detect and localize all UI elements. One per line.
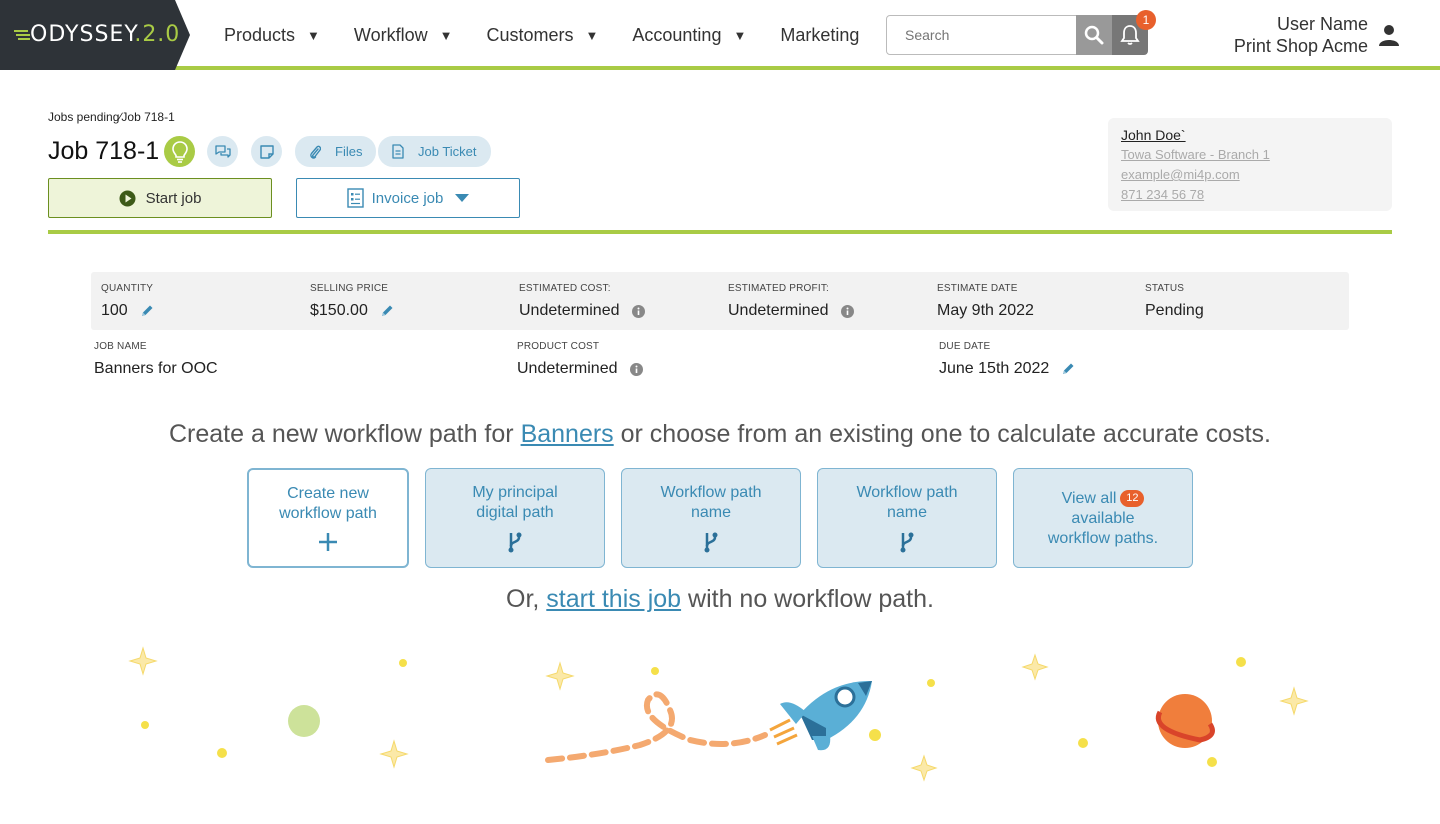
info-icon[interactable] [631,304,645,318]
page-title: Job 718-1 [48,137,160,165]
odyssey-logo[interactable]: ODYSSEY.2.0 [0,0,190,70]
files-button[interactable]: Files [295,136,377,167]
section-divider [48,230,1392,234]
comments-button[interactable] [207,136,238,167]
rocket-illustration [128,646,1309,782]
no-workflow-option: Or, start this job with no workflow path… [506,585,934,613]
invoice-job-dropdown[interactable]: Invoice job [296,178,520,218]
status-field: STATUS Pending [1145,283,1204,319]
paperclip-icon [310,145,321,159]
search-input[interactable] [887,17,1072,53]
user-name: User Name [1276,14,1368,34]
info-icon[interactable] [840,304,854,318]
workflow-path-card[interactable]: My principal digital path [425,468,605,568]
start-job-button[interactable]: Start job [48,178,272,218]
plus-icon [319,533,337,551]
nav-products[interactable]: Products ▼ [224,25,320,46]
bell-icon [1120,25,1140,45]
main-nav: Products ▼ Workflow ▼ Customers ▼ Accountin… [224,0,893,70]
branch-icon [508,532,522,553]
status-value: Pending [1145,302,1204,319]
user-menu[interactable]: User Name Print Shop Acme [1234,13,1368,57]
selling-price-field: SELLING PRICE $150.00 [310,283,394,320]
due-date-value: June 15th 2022 [939,360,1050,377]
job-ticket-button[interactable]: Job Ticket [378,136,491,167]
estimate-date-field: ESTIMATE DATE May 9th 2022 [937,283,1034,319]
nav-marketing[interactable]: Marketing [780,25,859,46]
pencil-edit-icon[interactable] [140,304,154,318]
workflow-heading: Create a new workflow path for Banners o… [169,420,1271,448]
contact-phone-link[interactable]: 871 234 56 78 [1121,185,1379,205]
job-name-field: JOB NAME Banners for OOC [94,341,218,377]
chat-bubbles-icon [214,144,231,158]
lightbulb-button[interactable] [164,136,195,167]
pencil-edit-icon[interactable] [1061,362,1075,376]
contact-email-link[interactable]: example@mi4p.com [1121,165,1379,185]
estimate-date-value: May 9th 2022 [937,302,1034,319]
user-icon[interactable] [1378,24,1400,46]
estimated-cost-field: ESTIMATED COST: Undetermined [519,283,645,320]
contact-name-link[interactable]: John Doe` [1121,125,1379,145]
search-button[interactable] [1076,15,1112,55]
nav-accounting[interactable]: Accounting ▼ [632,25,746,46]
product-cost-field: PRODUCT COST Undetermined [517,341,643,378]
workflow-path-card[interactable]: Workflow path name [817,468,997,568]
start-job-link[interactable]: start this job [546,585,681,613]
notes-button[interactable] [251,136,282,167]
customer-contact-card: John Doe` Towa Software - Branch 1 examp… [1108,118,1392,211]
job-name-value: Banners for OOC [94,360,218,377]
document-icon [392,144,404,159]
chevron-down-icon: ▼ [439,27,453,43]
top-navigation-bar: ODYSSEY.2.0 Products ▼ Workflow ▼ Customer… [0,0,1440,70]
view-all-workflow-paths-card[interactable]: View all 12 available workflow paths. [1013,468,1193,568]
caret-down-icon [455,193,470,202]
chevron-down-icon: ▼ [585,27,599,43]
contact-company-link[interactable]: Towa Software - Branch 1 [1121,145,1379,165]
estimated-profit-value: Undetermined [728,302,829,319]
estimated-cost-value: Undetermined [519,302,620,319]
nav-customers[interactable]: Customers ▼ [486,25,598,46]
info-icon[interactable] [629,362,643,376]
company-name: Print Shop Acme [1233,36,1368,56]
search-icon [1084,25,1104,45]
lightbulb-icon [171,140,188,163]
pencil-edit-icon[interactable] [380,304,394,318]
quantity-field: QUANTITY 100 [101,283,154,319]
product-cost-value: Undetermined [517,360,618,377]
workflow-path-card[interactable]: Workflow path name [621,468,801,568]
nav-workflow[interactable]: Workflow ▼ [354,25,453,46]
chevron-down-icon: ▼ [733,27,747,43]
quantity-value: 100 [101,302,128,319]
notification-count-badge: 1 [1136,10,1156,30]
chevron-down-icon: ▼ [307,27,320,43]
workflow-count-badge: 12 [1120,490,1145,507]
invoice-icon [346,188,364,208]
sticky-note-icon [259,144,274,159]
branch-icon [900,532,914,553]
product-banners-link[interactable]: Banners [521,420,614,448]
create-workflow-path-card[interactable]: Create new workflow path [247,468,409,568]
due-date-field: DUE DATE June 15th 2022 [939,341,1075,378]
breadcrumb[interactable]: Jobs pending∕Job 718-1 [48,110,175,124]
selling-price-value: $150.00 [310,302,368,319]
branch-icon [704,532,718,553]
estimated-profit-field: ESTIMATED PROFIT: Undetermined [728,283,854,320]
play-icon [119,190,136,206]
